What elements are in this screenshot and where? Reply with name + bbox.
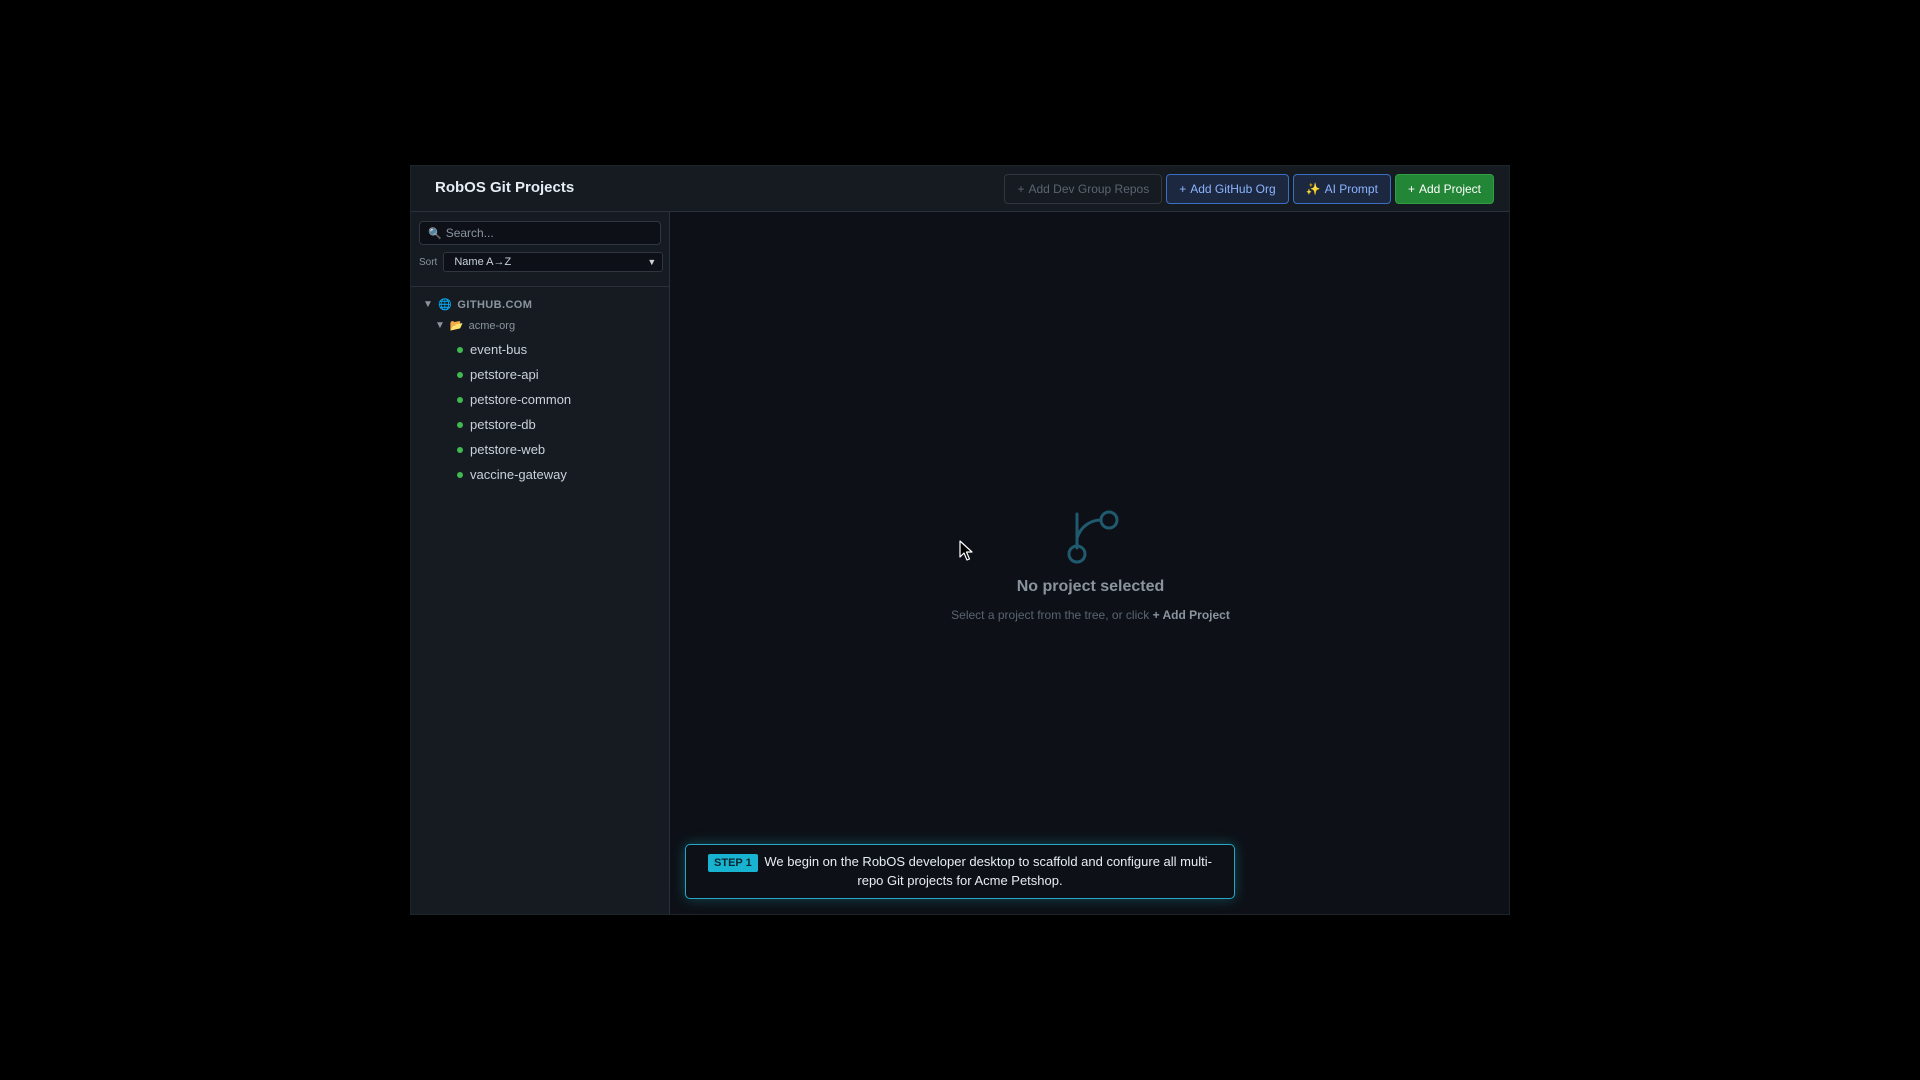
repo-list: event-bus petstore-api petstore-common p… [457, 337, 571, 487]
mouse-cursor-icon [959, 540, 973, 561]
empty-state-subtitle: Select a project from the tree, or click… [670, 608, 1509, 622]
tree-host-github[interactable]: ▼ 🌐 GITHUB.COM [423, 298, 533, 312]
step-text: We begin on the RobOS developer desktop … [764, 854, 1212, 888]
caret-down-icon: ▼ [435, 320, 445, 331]
status-dot [457, 446, 463, 453]
search-icon: 🔍 [428, 227, 442, 240]
tree-item-repo[interactable]: petstore-web [457, 437, 571, 462]
add-github-org-label: Add GitHub Org [1190, 182, 1276, 196]
app-header: RobOS Git Projects + Add Dev Group Repos… [411, 166, 1509, 212]
empty-state-title: No project selected [1016, 578, 1165, 595]
search-input[interactable] [445, 226, 646, 240]
caret-down-icon: ▼ [423, 299, 434, 310]
git-branch-icon [1067, 510, 1118, 564]
repo-label: event-bus [470, 342, 528, 357]
sort-select[interactable]: Name A→Z ▼ [443, 252, 664, 272]
tree-item-repo[interactable]: petstore-db [457, 412, 571, 437]
add-project-button[interactable]: + Add Project [1394, 174, 1494, 204]
chevron-down-icon: ▼ [647, 257, 657, 267]
add-dev-group-repos-label: Add Dev Group Repos [1028, 182, 1150, 196]
step-badge: STEP 1 [708, 854, 758, 872]
empty-state-text: Select a project from the tree, or click [951, 608, 1150, 622]
toolbar: + Add Dev Group Repos + Add GitHub Org ✨… [1004, 174, 1494, 204]
plus-icon: + [1152, 608, 1160, 622]
sparkles-icon: ✨ [1305, 182, 1321, 196]
status-dot [457, 371, 463, 378]
tree-host-label: GITHUB.COM [457, 298, 533, 311]
repo-label: petstore-db [470, 417, 536, 432]
folder-open-icon: 📂 [449, 320, 464, 332]
tree-item-repo[interactable]: petstore-common [457, 387, 571, 412]
status-dot [457, 421, 463, 428]
tree-org-label: acme-org [468, 319, 516, 332]
step-banner: STEP 1 We begin on the RobOS developer d… [685, 844, 1235, 899]
add-project-link[interactable]: + Add Project [1153, 608, 1230, 622]
sort-label: Sort [419, 256, 438, 268]
add-dev-group-repos-button[interactable]: + Add Dev Group Repos [1004, 174, 1163, 204]
repo-label: vaccine-gateway [470, 467, 567, 482]
repo-label: petstore-common [470, 392, 572, 407]
search-box[interactable]: 🔍 [419, 221, 661, 245]
ai-prompt-button[interactable]: ✨ AI Prompt [1292, 174, 1391, 204]
plus-icon: + [1179, 182, 1187, 196]
tree-item-repo[interactable]: vaccine-gateway [457, 462, 571, 487]
tree-item-repo[interactable]: event-bus [457, 337, 571, 362]
status-dot [457, 396, 463, 403]
sort-row: Sort Name A→Z ▼ [419, 252, 664, 272]
plus-icon: + [1407, 182, 1415, 196]
repo-label: petstore-web [470, 442, 546, 457]
empty-state: No project selected Select a project fro… [670, 508, 1509, 622]
sidebar: 🔍 Sort Name A→Z ▼ ▼ 🌐 GITHUB.COM ▼ 📂 acm… [411, 212, 670, 914]
repo-label: petstore-api [470, 367, 539, 382]
app-title: RobOS Git Projects [435, 179, 575, 196]
status-dot [457, 346, 463, 353]
status-dot [457, 471, 463, 478]
globe-icon: 🌐 [438, 299, 453, 311]
add-project-label: Add Project [1418, 182, 1481, 196]
main-panel: No project selected Select a project fro… [670, 212, 1509, 914]
tree-item-repo[interactable]: petstore-api [457, 362, 571, 387]
tree-org-acme[interactable]: ▼ 📂 acme-org [435, 319, 516, 333]
sidebar-divider [411, 286, 669, 287]
sort-select-value: Name A→Z [454, 256, 512, 268]
plus-icon: + [1017, 182, 1025, 196]
add-project-link-label: Add Project [1162, 608, 1230, 622]
add-github-org-button[interactable]: + Add GitHub Org [1166, 174, 1289, 204]
ai-prompt-label: AI Prompt [1324, 182, 1378, 196]
